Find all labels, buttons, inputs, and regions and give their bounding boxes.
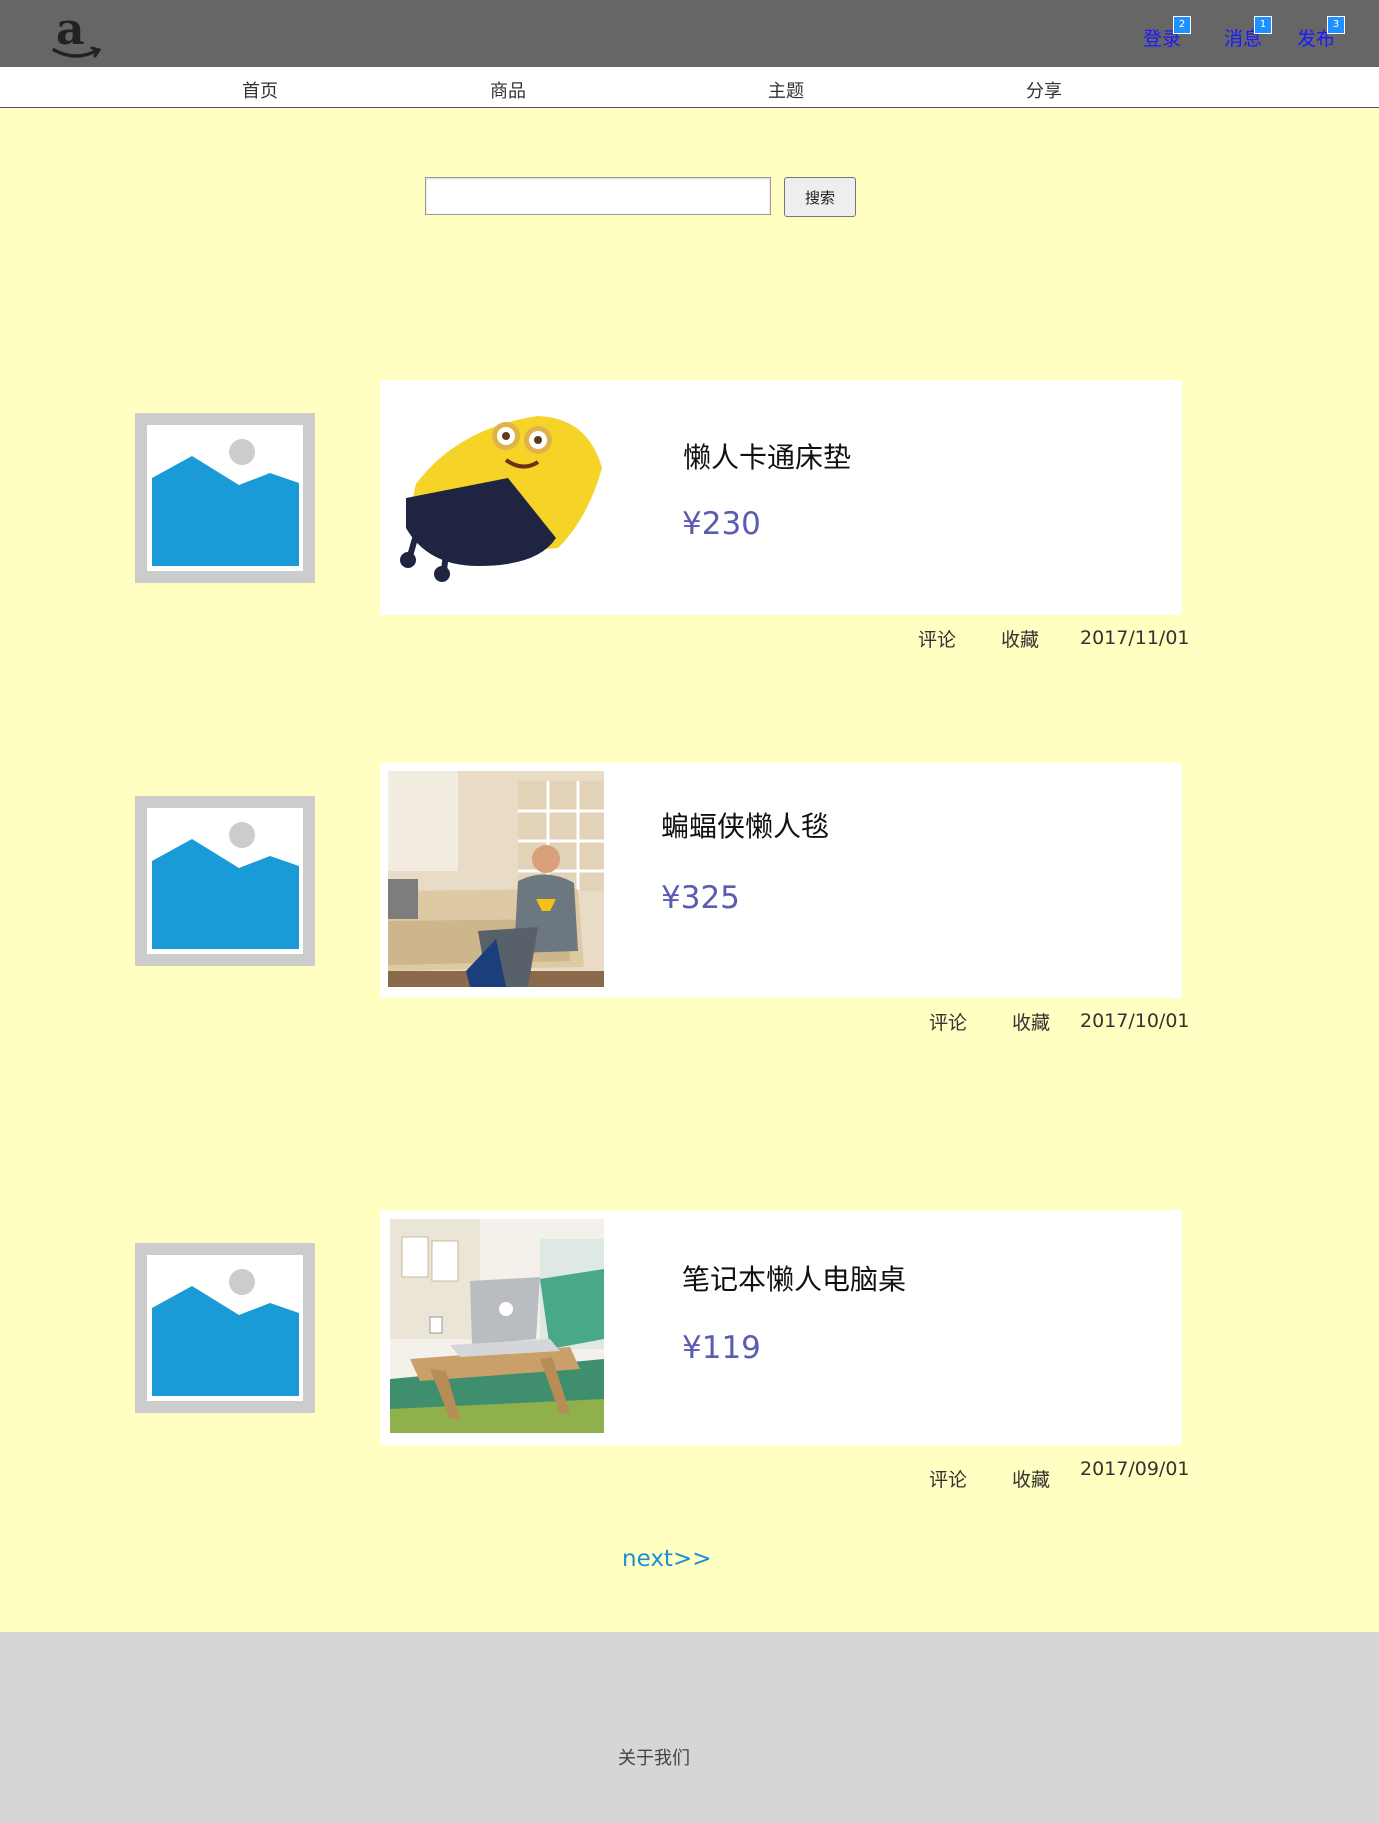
main-content: 搜索 懒人卡通床垫 ¥230 评论 收藏 2017/11/01 蝙蝠侠懒人毯 ¥…: [0, 108, 1379, 1632]
image-placeholder-icon: [135, 1243, 315, 1413]
top-bar: a 登录 2 消息 1 发布 3: [0, 0, 1379, 67]
favorite-button[interactable]: 收藏: [1012, 1465, 1050, 1492]
product-date: 2017/11/01: [1080, 627, 1190, 649]
product-title[interactable]: 笔记本懒人电脑桌: [682, 1258, 906, 1298]
product-date: 2017/10/01: [1080, 1010, 1190, 1032]
publish-badge: 3: [1327, 16, 1346, 34]
comment-button[interactable]: 评论: [929, 1008, 967, 1035]
publish-link[interactable]: 发布 3: [1297, 16, 1346, 51]
svg-text:a: a: [56, 6, 85, 55]
messages-link[interactable]: 消息 1: [1224, 16, 1273, 51]
messages-badge: 1: [1254, 16, 1273, 34]
product-title[interactable]: 懒人卡通床垫: [683, 436, 851, 476]
product-title[interactable]: 蝙蝠侠懒人毯: [661, 805, 829, 845]
comment-button[interactable]: 评论: [929, 1465, 967, 1492]
nav-item-share[interactable]: 分享: [1026, 77, 1062, 103]
comment-button[interactable]: 评论: [918, 625, 956, 652]
product-date: 2017/09/01: [1080, 1458, 1190, 1480]
image-placeholder-icon: [135, 796, 315, 966]
amazon-logo-icon[interactable]: a: [48, 4, 108, 64]
main-nav: 首页 商品 主题 分享: [0, 67, 1379, 108]
next-page-link[interactable]: next>>: [622, 1546, 712, 1572]
login-badge: 2: [1173, 16, 1192, 34]
nav-item-topics[interactable]: 主题: [768, 77, 804, 103]
product-card[interactable]: 笔记本懒人电脑桌 ¥119: [380, 1210, 1182, 1445]
product-price: ¥325: [661, 880, 740, 916]
nav-item-home[interactable]: 首页: [242, 77, 278, 103]
favorite-button[interactable]: 收藏: [1001, 625, 1039, 652]
product-card[interactable]: 懒人卡通床垫 ¥230: [380, 380, 1182, 615]
minion-mattress-image[interactable]: [388, 388, 604, 604]
nav-item-products[interactable]: 商品: [490, 77, 526, 103]
about-us-link[interactable]: 关于我们: [618, 1744, 690, 1770]
search-button[interactable]: 搜索: [784, 177, 856, 217]
search-input[interactable]: [425, 177, 771, 215]
laptop-desk-image[interactable]: [390, 1219, 604, 1433]
favorite-button[interactable]: 收藏: [1012, 1008, 1050, 1035]
login-link[interactable]: 登录 2: [1143, 16, 1192, 51]
product-price: ¥230: [682, 506, 761, 542]
footer: 关于我们: [0, 1632, 1379, 1823]
image-placeholder-icon: [135, 413, 315, 583]
product-card[interactable]: 蝙蝠侠懒人毯 ¥325: [380, 763, 1182, 998]
batman-blanket-image[interactable]: [388, 771, 604, 987]
product-price: ¥119: [682, 1330, 761, 1366]
